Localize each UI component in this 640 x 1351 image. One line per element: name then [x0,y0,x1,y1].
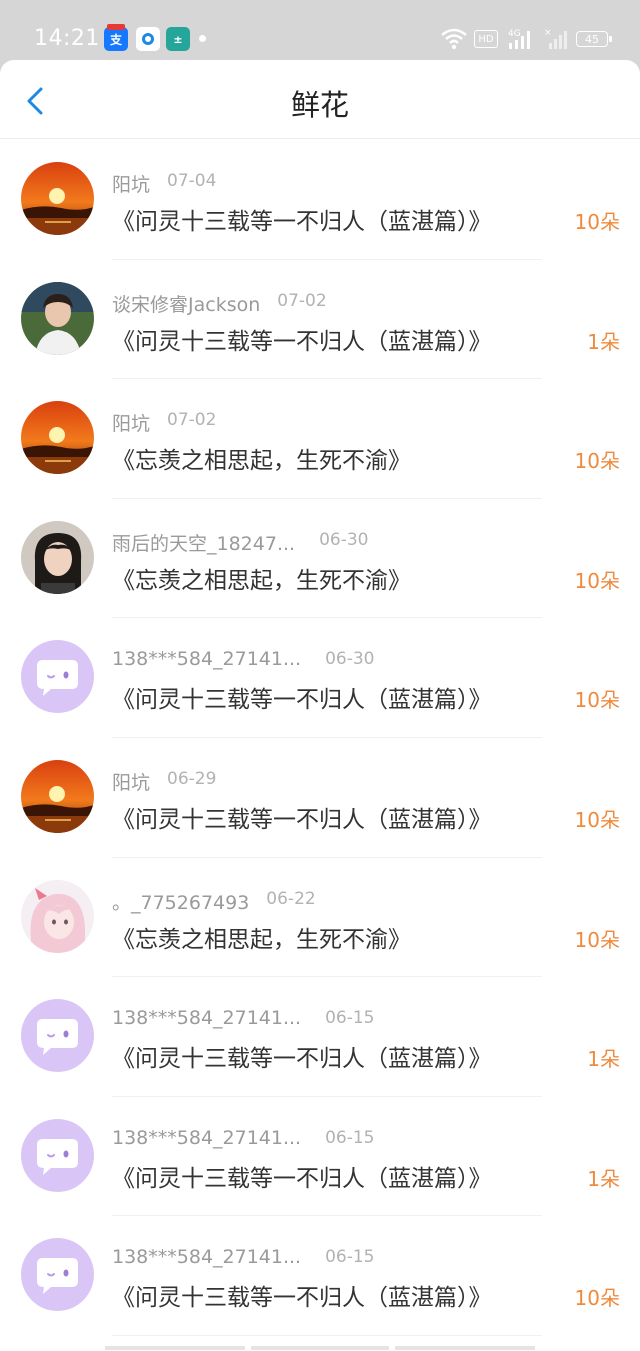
flower-count: 10朵 [574,568,620,593]
sender-name[interactable]: 阳坑 [112,409,150,436]
list-item[interactable]: 138***584_27141... 06-30 《问灵十三载等一不归人（蓝湛篇）》… [0,618,640,738]
list-item[interactable]: 阳坑 07-02 《忘羡之相思起，生死不渝》 10朵 [0,379,640,499]
flower-count: 10朵 [574,449,620,474]
flower-gift-list: 阳坑 07-04 《问灵十三载等一不归人（蓝湛篇）》 10朵 谈宋修睿Jackson 07… [0,140,640,1336]
sender-name[interactable]: 阳坑 [112,768,150,795]
flower-count: 10朵 [574,1286,620,1311]
signal-4g-icon: 4G [508,29,530,49]
row-divider [112,1334,542,1336]
gift-date: 06-15 [325,1247,375,1268]
flower-count: 10朵 [574,210,620,234]
work-title[interactable]: 《问灵十三载等一不归人（蓝湛篇）》 [112,322,492,356]
avatar[interactable] [21,401,94,475]
gift-date: 06-15 [325,1127,375,1148]
work-title[interactable]: 《问灵十三载等一不归人（蓝湛篇）》 [112,800,492,834]
work-title[interactable]: 《问灵十三载等一不归人（蓝湛篇）》 [112,1039,492,1073]
avatar[interactable] [21,281,94,355]
list-item[interactable]: 138***584_27141... 06-15 《问灵十三载等一不归人（蓝湛篇）》… [0,1097,640,1217]
battery-icon: 45 [576,31,612,47]
work-title[interactable]: 《问灵十三载等一不归人（蓝湛篇）》 [112,1159,492,1193]
alipay-app-icon: 支 [104,24,128,51]
avatar[interactable] [21,520,94,594]
svg-text:4G: 4G [508,29,521,39]
page-title: 鲜花 [290,88,349,122]
list-item[interactable]: 雨后的天空_18247... 06-30 《忘羡之相思起，生死不渝》 10朵 [0,499,640,619]
gift-date: 06-29 [167,768,217,789]
list-item[interactable]: 138***584_27141... 06-15 《问灵十三载等一不归人（蓝湛篇）》… [0,1216,640,1336]
list-item[interactable]: 阳坑 07-04 《问灵十三载等一不归人（蓝湛篇）》 10朵 [0,140,640,260]
avatar[interactable] [21,999,94,1073]
flower-count: 10朵 [574,688,620,713]
work-title[interactable]: 《忘羡之相思起，生死不渝》 [112,441,411,475]
bottom-edge-divider [105,1346,535,1350]
sender-name[interactable]: 138***584_27141... [112,1127,301,1149]
avatar[interactable] [21,759,94,833]
avatar[interactable] [21,162,94,235]
sender-name[interactable]: 谈宋修睿Jackson [112,290,260,317]
notification-dot-icon [199,35,206,42]
hd-icon: HD [474,30,498,48]
gift-date: 07-02 [277,290,327,311]
work-title[interactable]: 《问灵十三载等一不归人（蓝湛篇）》 [112,202,492,236]
browser-app-icon [136,27,160,51]
avatar[interactable] [21,879,94,953]
calculator-app-icon: ± [166,27,190,51]
sender-name[interactable]: 雨后的天空_18247... [112,529,295,556]
sender-name[interactable]: 138***584_27141... [112,1246,301,1268]
sender-name[interactable]: 阳坑 [112,170,150,197]
work-title[interactable]: 《问灵十三载等一不归人（蓝湛篇）》 [112,1278,492,1312]
page-header: 鲜花 [0,60,640,139]
gift-date: 06-30 [325,649,375,670]
gift-date: 07-02 [167,410,217,431]
sender-name[interactable]: 138***584_27141... [112,648,301,670]
status-time: 14:21 [34,26,100,51]
list-item[interactable]: 阳坑 06-29 《问灵十三载等一不归人（蓝湛篇）》 10朵 [0,738,640,858]
sender-name[interactable]: 。_775267493 [112,888,249,915]
work-title[interactable]: 《忘羡之相思起，生死不渝》 [112,920,411,954]
list-item[interactable]: 138***584_27141... 06-15 《问灵十三载等一不归人（蓝湛篇）》… [0,977,640,1097]
list-item[interactable]: 谈宋修睿Jackson 07-02 《问灵十三载等一不归人（蓝湛篇）》 1朵 [0,260,640,380]
signal-sim2-icon: × [544,28,567,49]
work-title[interactable]: 《忘羡之相思起，生死不渝》 [112,561,411,595]
gift-date: 07-04 [167,171,217,191]
flower-count: 1朵 [587,1166,620,1191]
gift-date: 06-15 [325,1008,375,1029]
wifi-icon [441,28,467,50]
svg-text:×: × [544,28,552,38]
gift-date: 06-22 [266,888,316,909]
flower-count: 1朵 [587,329,620,354]
gift-date: 06-30 [319,529,369,550]
flower-count: 10朵 [574,927,620,952]
sender-name[interactable]: 138***584_27141... [112,1007,301,1029]
list-item[interactable]: 。_775267493 06-22 《忘羡之相思起，生死不渝》 10朵 [0,858,640,978]
avatar[interactable] [21,1118,94,1192]
flower-count: 1朵 [587,1047,620,1072]
avatar[interactable] [21,1238,94,1312]
flower-count: 10朵 [574,807,620,832]
work-title[interactable]: 《问灵十三载等一不归人（蓝湛篇）》 [112,680,492,714]
avatar[interactable] [21,640,94,714]
